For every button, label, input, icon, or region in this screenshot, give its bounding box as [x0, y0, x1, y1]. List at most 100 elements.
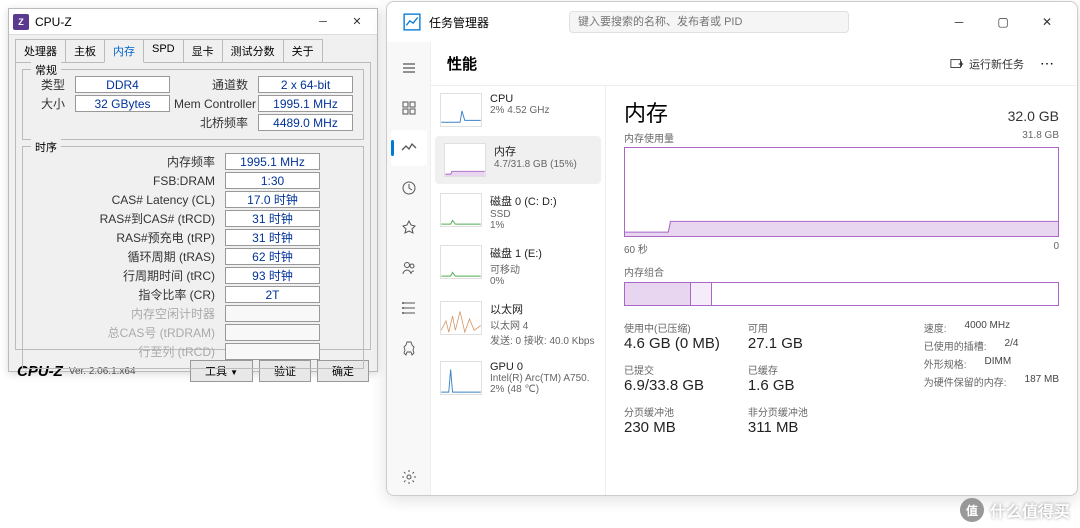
item-sub2: 2% (48 ℃) [490, 384, 596, 395]
item-sub: 可移动 [490, 261, 596, 276]
tab-memory[interactable]: 内存 [104, 39, 144, 63]
timing-value: 93 时钟 [225, 267, 320, 284]
composition-label: 内存组合 [624, 264, 1059, 279]
performance-list: CPU 2% 4.52 GHz 内存 4.7/31.8 GB (15%) 磁盘 … [431, 86, 606, 495]
stat-value: 230 MB [624, 419, 720, 436]
cpuz-app-icon: Z [13, 14, 29, 30]
tab-cpu[interactable]: 处理器 [15, 39, 66, 62]
memory-detail: 内存 32.0 GB 内存使用量 31.8 GB 60 秒 [606, 86, 1077, 495]
timing-label: CAS# Latency (CL) [81, 193, 221, 207]
perf-item-gpu[interactable]: GPU 0 Intel(R) Arc(TM) A750. 2% (48 ℃) [431, 354, 605, 402]
item-name: 磁盘 0 (C: D:) [490, 193, 596, 209]
perf-item-cpu[interactable]: CPU 2% 4.52 GHz [431, 86, 605, 134]
minimize-button[interactable]: ─ [307, 11, 339, 33]
stat: 已提交6.9/33.8 GB [624, 362, 720, 394]
perf-item-disk[interactable]: 磁盘 1 (E:) 可移动 0% [431, 238, 605, 294]
stat-value: 311 MB [748, 419, 808, 436]
general-legend: 常规 [31, 62, 61, 78]
detail-title: 内存 [624, 96, 1008, 128]
timing-label: RAS#预充电 (tRP) [81, 229, 221, 246]
stat: 非分页缓冲池311 MB [748, 404, 808, 436]
timing-value [225, 324, 320, 341]
perf-item-mem[interactable]: 内存 4.7/31.8 GB (15%) [435, 136, 601, 184]
axis-right: 0 [1053, 241, 1059, 256]
type-value: DDR4 [75, 76, 170, 93]
info-value: 4000 MHz [965, 320, 1011, 335]
tab-bench[interactable]: 测试分数 [222, 39, 284, 62]
stat-label: 分页缓冲池 [624, 404, 720, 419]
item-sub2: 发送: 0 接收: 40.0 Kbps [490, 332, 596, 347]
timing-value: 1:30 [225, 172, 320, 189]
timing-value: 1995.1 MHz [225, 153, 320, 170]
cpuz-body: 常规 类型 DDR4 通道数 2 x 64-bit 大小 32 GBytes M… [15, 62, 371, 350]
channels-value: 2 x 64-bit [258, 76, 353, 93]
search-input[interactable] [569, 11, 849, 33]
memory-usage-chart [624, 147, 1059, 237]
size-label: 大小 [31, 95, 71, 112]
maximize-button[interactable]: ▢ [981, 6, 1025, 38]
stat-value: 6.9/33.8 GB [624, 377, 720, 394]
detail-total: 32.0 GB [1008, 108, 1059, 124]
timing-label: 行周期时间 (tRC) [81, 267, 221, 284]
timing-label: 循环周期 (tRAS) [81, 248, 221, 265]
more-options-button[interactable]: ⋯ [1034, 55, 1061, 72]
tab-about[interactable]: 关于 [283, 39, 323, 62]
sidebar-performance[interactable] [391, 130, 427, 166]
timing-label: 内存频率 [81, 153, 221, 170]
minimize-button[interactable]: ─ [937, 6, 981, 38]
sidebar-settings[interactable] [391, 459, 427, 495]
stat-label: 已缓存 [748, 362, 808, 377]
tab-spd[interactable]: SPD [143, 39, 184, 62]
stat-label: 使用中(已压缩) [624, 320, 720, 335]
timing-value: 31 时钟 [225, 229, 320, 246]
tm-content-header: 性能 运行新任务 ⋯ [431, 42, 1077, 86]
item-name: 内存 [494, 143, 592, 159]
sidebar-hamburger[interactable] [391, 50, 427, 86]
timing-label: 行至列 (tRCD) [81, 343, 221, 360]
sidebar-startup[interactable] [391, 210, 427, 246]
usage-label: 内存使用量 [624, 130, 674, 145]
timing-value: 31 时钟 [225, 210, 320, 227]
timing-label: FSB:DRAM [81, 174, 221, 188]
perf-item-eth[interactable]: 以太网 以太网 4 发送: 0 接收: 40.0 Kbps [431, 294, 605, 354]
run-new-task-button[interactable]: 运行新任务 [950, 56, 1024, 72]
perf-item-disk[interactable]: 磁盘 0 (C: D:) SSD 1% [431, 186, 605, 238]
timing-value: 17.0 时钟 [225, 191, 320, 208]
info-row: 外形规格:DIMM [924, 356, 1059, 371]
info-value: DIMM [985, 356, 1012, 371]
close-button[interactable]: ✕ [341, 11, 373, 33]
tab-graphics[interactable]: 显卡 [183, 39, 223, 62]
usage-max: 31.8 GB [1022, 130, 1059, 145]
item-sub2: 0% [490, 276, 596, 287]
item-sub: 4.7/31.8 GB (15%) [494, 159, 592, 170]
taskmanager-window: 任务管理器 ─ ▢ ✕ 性能 运行新任务 [386, 1, 1078, 496]
thumb-chart [440, 361, 482, 395]
cpuz-titlebar[interactable]: Z CPU-Z ─ ✕ [9, 9, 377, 35]
sidebar-details[interactable] [391, 290, 427, 326]
timing-label: RAS#到CAS# (tRCD) [81, 210, 221, 227]
stat-label: 非分页缓冲池 [748, 404, 808, 419]
item-sub: 以太网 4 [490, 317, 596, 332]
watermark-text: 什么值得买 [990, 498, 1070, 522]
sidebar-history[interactable] [391, 170, 427, 206]
thumb-chart [440, 93, 482, 127]
stat: 使用中(已压缩)4.6 GB (0 MB) [624, 320, 720, 352]
stat: 分页缓冲池230 MB [624, 404, 720, 436]
run-task-icon [950, 57, 964, 71]
thumb-chart [440, 193, 482, 227]
axis-left: 60 秒 [624, 241, 648, 256]
stat: 已缓存1.6 GB [748, 362, 808, 394]
close-button[interactable]: ✕ [1025, 6, 1069, 38]
sidebar-processes[interactable] [391, 90, 427, 126]
stat-value: 4.6 GB (0 MB) [624, 335, 720, 352]
sidebar-users[interactable] [391, 250, 427, 286]
timing-fieldset: 时序 内存频率1995.1 MHzFSB:DRAM1:30CAS# Latenc… [22, 146, 364, 369]
watermark-badge: 值 [960, 498, 984, 522]
tm-title-text: 任务管理器 [429, 14, 489, 31]
tab-mainboard[interactable]: 主板 [65, 39, 105, 62]
cpuz-window: Z CPU-Z ─ ✕ 处理器 主板 内存 SPD 显卡 测试分数 关于 常规 … [8, 8, 378, 372]
tm-titlebar[interactable]: 任务管理器 ─ ▢ ✕ [387, 2, 1077, 42]
tm-app-icon [403, 13, 421, 31]
sidebar-services[interactable] [391, 330, 427, 366]
stat-value: 27.1 GB [748, 335, 808, 352]
